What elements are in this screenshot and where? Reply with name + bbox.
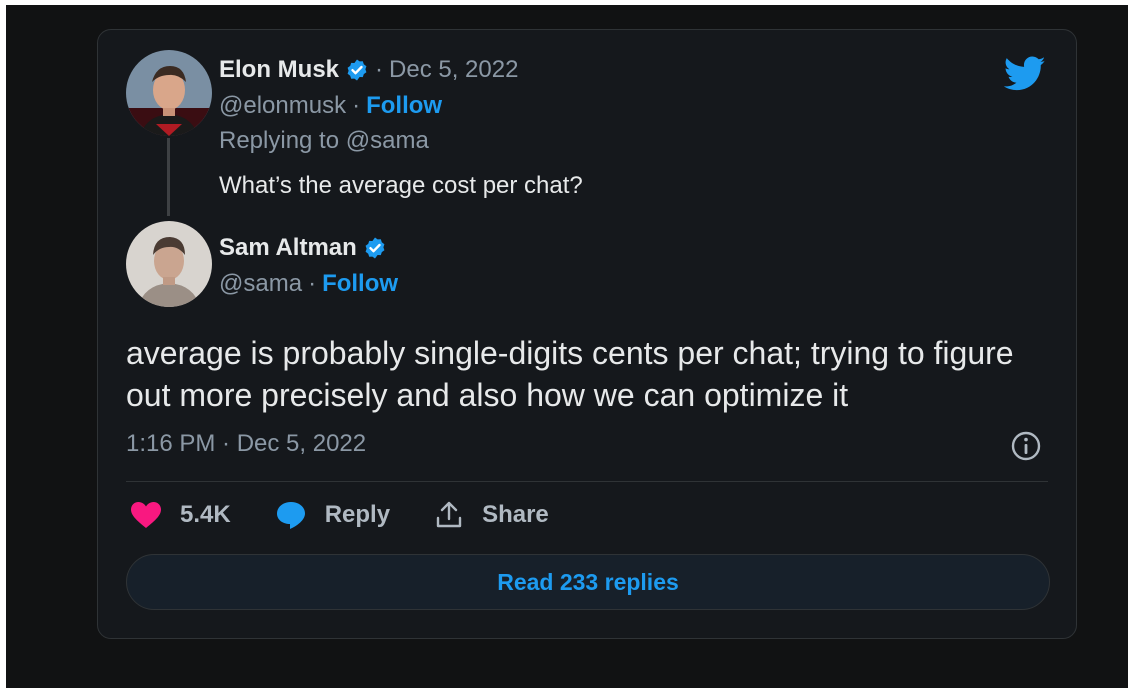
- like-count: 5.4K: [180, 501, 231, 528]
- share-upload-icon: [436, 501, 462, 528]
- author-handle[interactable]: @elonmusk: [219, 92, 346, 120]
- screen-background: Elon Musk · Dec 5, 2022 @elonmusk · Foll…: [6, 5, 1128, 688]
- verified-badge-icon: [347, 59, 367, 81]
- read-replies-button[interactable]: Read 233 replies: [126, 554, 1050, 610]
- share-button[interactable]: Share: [434, 500, 549, 530]
- tweet-embed-card: Elon Musk · Dec 5, 2022 @elonmusk · Foll…: [97, 29, 1077, 639]
- separator-dot: ·: [308, 270, 317, 297]
- tweet-date[interactable]: Dec 5, 2022: [389, 56, 518, 84]
- separator-dot: ·: [352, 92, 361, 119]
- speech-bubble-icon: [276, 502, 305, 529]
- quoted-handle-row: @elonmusk · Follow: [219, 92, 442, 120]
- info-icon[interactable]: [1010, 430, 1042, 462]
- reply-button[interactable]: Reply: [275, 500, 390, 530]
- replying-to-row: Replying to @sama: [219, 127, 429, 155]
- separator-dot: ·: [375, 56, 384, 83]
- author-name[interactable]: Elon Musk: [219, 56, 339, 84]
- reply-label: Reply: [324, 501, 391, 528]
- author-handle[interactable]: @sama: [219, 270, 302, 298]
- follow-button[interactable]: Follow: [322, 270, 398, 298]
- verified-badge-icon: [365, 237, 385, 259]
- replying-to-text: Replying to @sama: [219, 127, 429, 154]
- author-name[interactable]: Sam Altman: [219, 234, 357, 262]
- tweet-timestamp[interactable]: 1:16 PM · Dec 5, 2022: [126, 430, 366, 458]
- twitter-bird-icon[interactable]: [1004, 56, 1046, 92]
- quoted-author-row: Elon Musk · Dec 5, 2022: [219, 56, 518, 84]
- tweet-actions-bar: 5.4K Reply Share: [130, 500, 593, 530]
- avatar-elon-musk[interactable]: [126, 50, 212, 136]
- share-label: Share: [482, 501, 549, 528]
- thread-connector-line: [167, 138, 170, 216]
- main-handle-row: @sama · Follow: [219, 270, 398, 298]
- heart-icon: [131, 502, 161, 528]
- divider: [126, 481, 1048, 482]
- quoted-tweet-text: What’s the average cost per chat?: [219, 172, 583, 199]
- main-tweet-text: average is probably single-digits cents …: [126, 335, 1014, 413]
- follow-button[interactable]: Follow: [366, 92, 442, 120]
- like-button[interactable]: 5.4K: [130, 501, 231, 529]
- avatar-sam-altman[interactable]: [126, 221, 212, 307]
- main-author-row: Sam Altman: [219, 234, 387, 262]
